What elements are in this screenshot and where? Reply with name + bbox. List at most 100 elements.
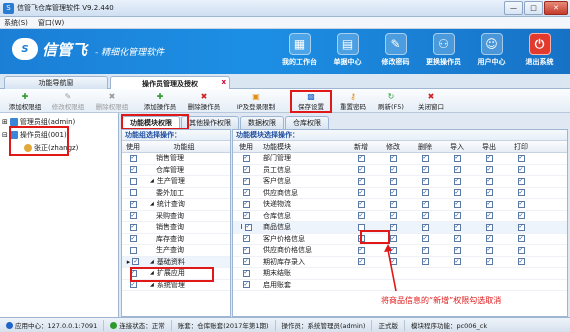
module-row[interactable]: ✓ 部门管理 ✓ ✓ ✓ ✓ ✓ ✓ <box>233 153 567 165</box>
checkbox[interactable]: ✓ <box>517 246 525 254</box>
checkbox[interactable]: ✓ <box>485 189 493 197</box>
module-row[interactable]: ✓ 仓库信息 ✓ ✓ ✓ ✓ ✓ ✓ <box>233 211 567 222</box>
checkbox[interactable]: ✓ <box>389 189 397 197</box>
ip-login-limit-button[interactable]: ▣ IP及登录限制 <box>228 91 284 112</box>
checkbox[interactable]: ✓ <box>129 269 137 277</box>
edit-group-button[interactable]: ✎ 修改权限组 <box>48 91 88 112</box>
checkbox[interactable]: ✓ <box>242 258 250 266</box>
checkbox[interactable]: ✓ <box>389 235 397 243</box>
nav-user-center[interactable]: ☺ 用户中心 <box>469 33 514 67</box>
checkbox[interactable]: ✓ <box>421 212 429 220</box>
refresh-button[interactable]: ↻ 刷新(F5) <box>374 91 408 112</box>
group-row[interactable]: 委外加工 <box>122 188 230 199</box>
tab-warehouse-perm[interactable]: 仓库权限 <box>285 116 329 129</box>
tab-data-perm[interactable]: 数据权限 <box>240 116 284 129</box>
checkbox[interactable]: ✓ <box>421 177 429 185</box>
checkbox[interactable]: ✓ <box>421 154 429 162</box>
checkbox[interactable]: ✓ <box>453 177 461 185</box>
checkbox[interactable]: ✓ <box>485 177 493 185</box>
checkbox[interactable]: ✓ <box>357 212 365 220</box>
group-row[interactable]: 生产查询 <box>122 245 230 257</box>
checkbox[interactable]: ✓ <box>389 154 397 162</box>
checkbox[interactable]: ✓ <box>242 269 250 277</box>
group-row[interactable]: ✓ ◢ 统计查询 <box>122 199 230 211</box>
nav-exit[interactable]: ⏻ 退出系统 <box>517 33 562 67</box>
module-row[interactable]: ✓ 供应商信息 ✓ ✓ ✓ ✓ ✓ ✓ <box>233 188 567 199</box>
checkbox[interactable]: ✓ <box>357 235 365 243</box>
module-row[interactable]: I ✓ 商品信息 ✓ ✓ ✓ ✓ ✓ <box>233 222 567 234</box>
checkbox[interactable]: ✓ <box>421 258 429 266</box>
checkbox[interactable]: ✓ <box>132 258 140 266</box>
checkbox[interactable]: ✓ <box>421 246 429 254</box>
checkbox[interactable]: ✓ <box>453 258 461 266</box>
checkbox[interactable]: ✓ <box>357 166 365 174</box>
checkbox[interactable]: ✓ <box>129 281 137 289</box>
group-row[interactable]: ✓ 库存查询 <box>122 234 230 245</box>
group-row[interactable]: ✓ 销售查询 <box>122 222 230 234</box>
tree-item-admin-group[interactable]: ⊞ 管理员组(admin) <box>2 116 75 127</box>
checkbox[interactable]: ✓ <box>517 154 525 162</box>
checkbox[interactable]: ✓ <box>389 166 397 174</box>
checkbox[interactable] <box>129 246 137 254</box>
checkbox[interactable]: ✓ <box>242 212 250 220</box>
checkbox[interactable]: ✓ <box>517 235 525 243</box>
maximize-button[interactable]: □ <box>524 1 543 15</box>
checkbox[interactable]: ✓ <box>453 166 461 174</box>
checkbox[interactable]: ✓ <box>453 189 461 197</box>
checkbox[interactable]: ✓ <box>485 235 493 243</box>
checkbox[interactable]: ✓ <box>389 212 397 220</box>
checkbox[interactable]: ✓ <box>242 246 250 254</box>
checkbox[interactable]: ✓ <box>485 212 493 220</box>
tree-item-operator-group[interactable]: ⊟ 操作员组(001) <box>2 129 67 140</box>
checkbox[interactable]: ✓ <box>485 154 493 162</box>
checkbox[interactable] <box>129 177 137 185</box>
checkbox[interactable]: ✓ <box>517 166 525 174</box>
menu-system[interactable]: 系统(S) <box>4 18 28 28</box>
tab-operator-auth[interactable]: 操作员管理及授权 x <box>110 76 230 90</box>
checkbox[interactable]: ✓ <box>485 258 493 266</box>
checkbox[interactable]: ✓ <box>242 200 250 208</box>
checkbox[interactable]: ✓ <box>453 223 461 231</box>
checkbox[interactable]: ✓ <box>129 212 137 220</box>
checkbox[interactable]: ✓ <box>421 235 429 243</box>
checkbox[interactable]: ✓ <box>357 258 365 266</box>
checkbox[interactable]: ✓ <box>485 223 493 231</box>
checkbox[interactable]: ✓ <box>517 189 525 197</box>
checkbox[interactable]: ✓ <box>485 200 493 208</box>
tab-other-perm[interactable]: 其他操作权限 <box>181 116 239 129</box>
checkbox[interactable]: ✓ <box>453 246 461 254</box>
group-row[interactable]: ✓ 仓库管理 <box>122 165 230 176</box>
checkbox[interactable]: ✓ <box>453 200 461 208</box>
checkbox[interactable]: ✓ <box>357 189 365 197</box>
group-row[interactable]: ✓ ◢ 扩展应用 <box>122 268 230 280</box>
minimize-button[interactable]: — <box>504 1 523 15</box>
tab-function-perm[interactable]: 功能模块权限 <box>122 116 180 129</box>
checkbox[interactable]: ✓ <box>244 223 252 231</box>
checkbox[interactable]: ✓ <box>453 154 461 162</box>
checkbox[interactable]: ✓ <box>389 200 397 208</box>
checkbox[interactable]: ✓ <box>517 223 525 231</box>
add-group-button[interactable]: ✚ 添加权限组 <box>6 91 44 112</box>
expand-icon[interactable]: ⊞ <box>2 118 8 126</box>
collapse-icon[interactable]: ⊟ <box>2 131 8 139</box>
module-row[interactable]: ✓ 员工信息 ✓ ✓ ✓ ✓ ✓ ✓ <box>233 165 567 176</box>
checkbox[interactable]: ✓ <box>389 223 397 231</box>
checkbox[interactable]: ✓ <box>357 177 365 185</box>
close-window-button[interactable]: ✕ <box>544 1 568 15</box>
menu-window[interactable]: 窗口(W) <box>38 18 64 28</box>
reset-password-button[interactable]: ⚷ 重置密码 <box>336 91 370 112</box>
tab-close-icon[interactable]: x <box>221 78 226 86</box>
group-row[interactable]: ✓ 销售管理 <box>122 153 230 165</box>
checkbox[interactable]: ✓ <box>517 258 525 266</box>
checkbox[interactable]: ✓ <box>357 246 365 254</box>
nav-change-password[interactable]: ✎ 修改密码 <box>373 33 418 67</box>
checkbox[interactable]: ✓ <box>129 166 137 174</box>
checkbox[interactable]: ✓ <box>357 154 365 162</box>
checkbox[interactable]: ✓ <box>453 212 461 220</box>
tab-navigation[interactable]: 功能导航窗 <box>4 76 108 89</box>
checkbox[interactable]: ✓ <box>129 235 137 243</box>
group-row[interactable]: ◢ 生产管理 <box>122 176 230 188</box>
checkbox[interactable]: ✓ <box>421 189 429 197</box>
checkbox[interactable]: ✓ <box>242 154 250 162</box>
checkbox[interactable]: ✓ <box>453 235 461 243</box>
